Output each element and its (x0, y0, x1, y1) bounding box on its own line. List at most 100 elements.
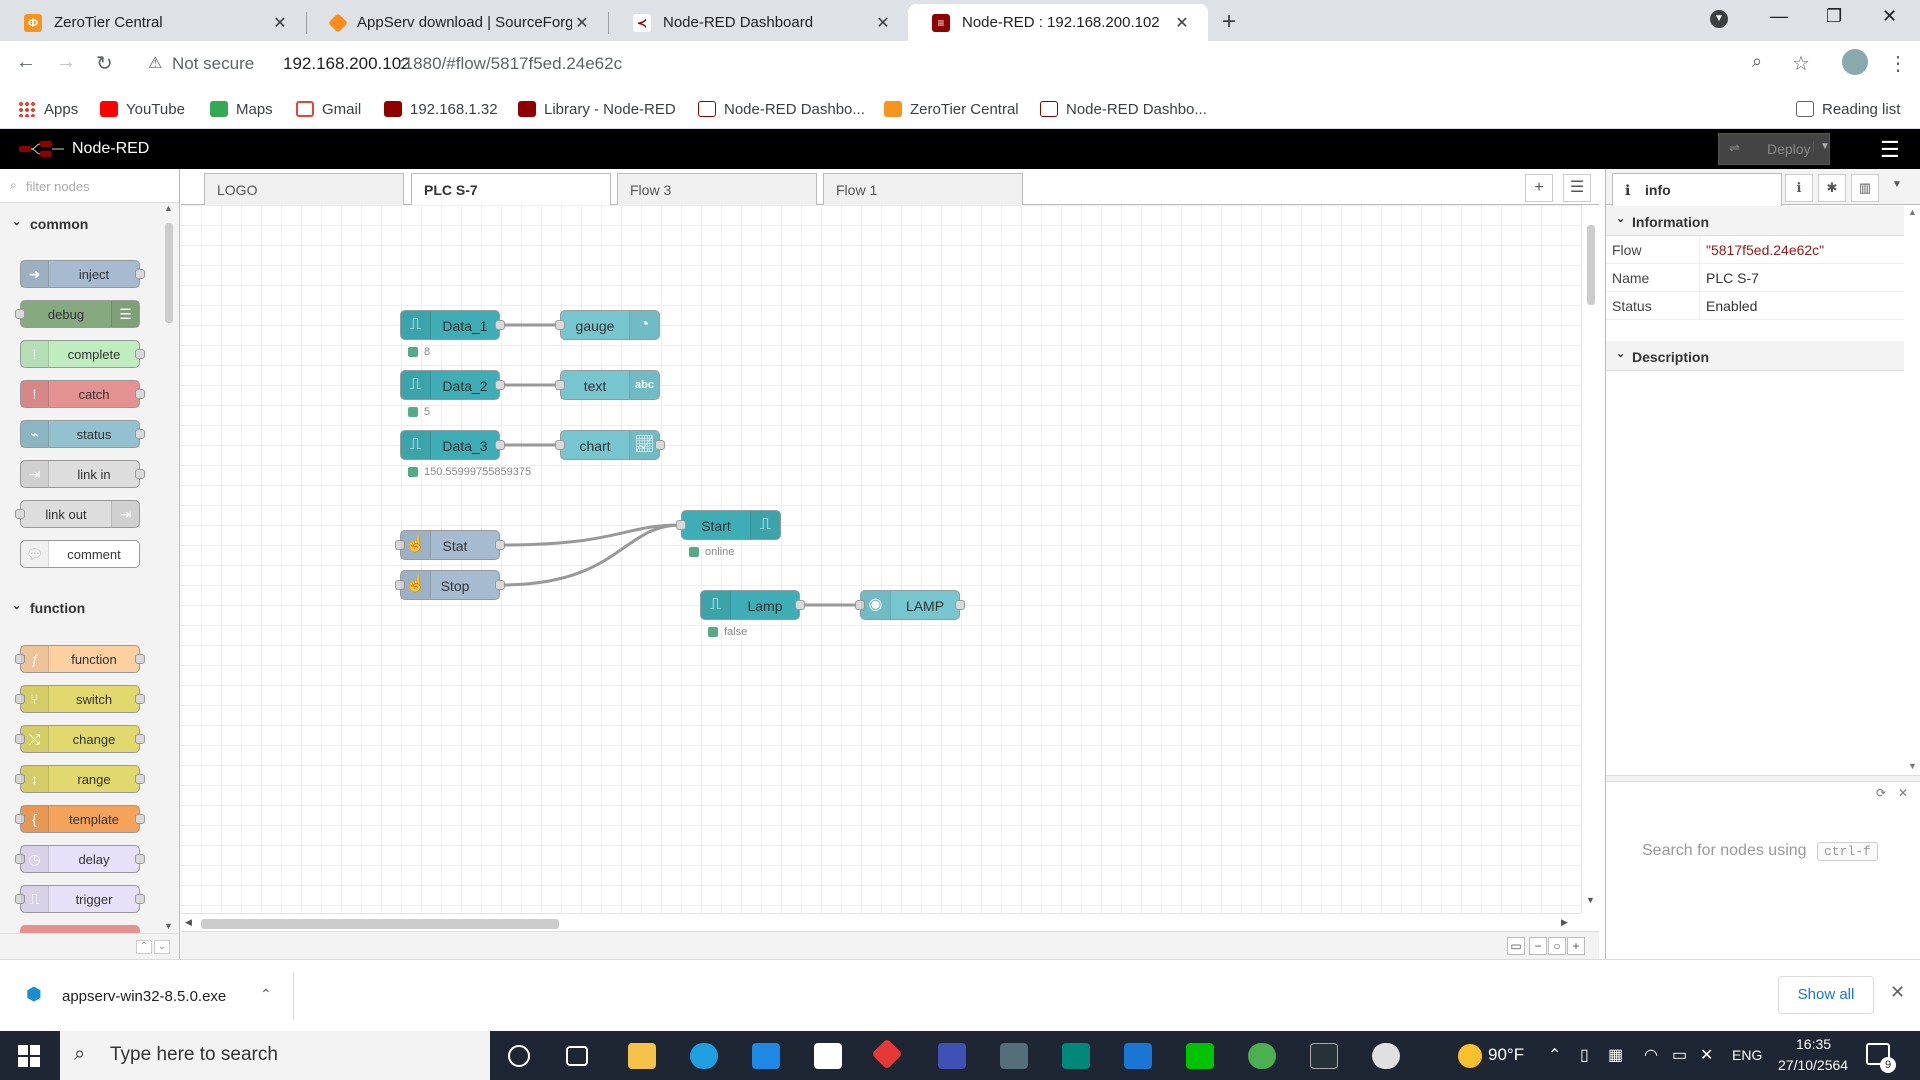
palette-node-debug[interactable]: debug ☰ (15, 300, 140, 328)
palette-node-switch[interactable]: ⑂ switch (15, 685, 145, 713)
information-section-header[interactable]: ⌄ Information (1606, 206, 1904, 236)
output-port[interactable] (495, 440, 505, 450)
chevron-up-icon[interactable]: ⌃ (260, 986, 272, 1003)
terminal-icon[interactable] (1310, 1043, 1338, 1069)
bookmark-node-red-dashboard[interactable]: Node-RED Dashbo... (698, 99, 865, 119)
bookmark-apps[interactable]: Apps (18, 99, 78, 119)
palette-node-delay[interactable]: ◷ delay (15, 845, 145, 873)
scroll-up-icon[interactable]: ▲ (164, 203, 173, 213)
edge-icon[interactable] (690, 1043, 718, 1069)
close-window-button[interactable]: ✕ (1882, 6, 1897, 27)
bookmark-ip[interactable]: 192.168.1.32 (384, 99, 498, 119)
flow-node-lamp[interactable]: ⎍ Lamp (700, 590, 805, 620)
expand-all-icon[interactable]: ⌄ (154, 940, 170, 954)
dropbox-icon[interactable] (814, 1043, 842, 1069)
sidebar-tab-info[interactable]: ℹ info (1612, 173, 1782, 206)
weather-temp[interactable]: 90°F (1488, 1045, 1524, 1065)
mail-icon[interactable] (752, 1043, 780, 1069)
output-port[interactable] (495, 380, 505, 390)
scroll-down-icon[interactable]: ▼ (164, 921, 173, 931)
flow-node-data-2[interactable]: ⎍ Data_2 (400, 370, 505, 400)
info-tab-icon[interactable]: ℹ (1785, 174, 1813, 202)
palette-category-function[interactable]: ⌄ function (0, 593, 160, 623)
wifi-icon[interactable]: ◠ (1644, 1045, 1658, 1065)
output-port[interactable] (655, 440, 665, 450)
back-button[interactable]: ← (16, 51, 36, 74)
new-tab-button[interactable]: + (1222, 8, 1236, 36)
scroll-down-icon[interactable]: ▼ (1586, 895, 1595, 905)
close-tab-icon[interactable]: ✕ (873, 13, 893, 33)
workspace-tab[interactable]: Flow 3 (617, 173, 817, 205)
flow-node-gauge[interactable]: gauge ◔ (555, 310, 660, 340)
palette-node-status[interactable]: ⌁ status (20, 420, 145, 448)
zoom-out-button[interactable]: − (1529, 937, 1547, 955)
sidebar-menu-dropdown-icon[interactable]: ▼ (1892, 179, 1902, 190)
zoom-icon[interactable]: ⌕ (1752, 51, 1762, 72)
audio-app-icon[interactable] (938, 1043, 966, 1069)
add-flow-button[interactable]: + (1525, 174, 1553, 202)
task-view-icon[interactable] (566, 1046, 588, 1066)
chrome-menu-icon[interactable]: ⋮ (1888, 51, 1908, 76)
navigator-icon[interactable]: ▭ (1507, 937, 1525, 955)
output-port[interactable] (495, 540, 505, 550)
zoom-reset-button[interactable]: ○ (1548, 937, 1566, 955)
tia-portal-icon[interactable] (1062, 1043, 1090, 1069)
vertical-scroll-thumb[interactable] (1587, 225, 1595, 305)
browser-tab[interactable]: AppServ download | SourceForge.net ✕ (307, 4, 608, 41)
palette-node-change[interactable]: ⤭ change (15, 725, 145, 753)
palette-node-link-out[interactable]: link out ⇥ (15, 500, 140, 528)
close-download-bar-icon[interactable]: ✕ (1890, 982, 1905, 1003)
tab-search-icon[interactable]: ▼ (1710, 10, 1728, 28)
chevron-up-icon[interactable]: ⌃ (1548, 1045, 1561, 1065)
workspace-tab[interactable]: LOGO (204, 173, 404, 205)
palette-node-inject[interactable]: ➜ inject (20, 260, 145, 288)
horizontal-scroll-thumb[interactable] (201, 919, 559, 929)
reading-list[interactable]: Reading list (1796, 99, 1900, 119)
download-item[interactable]: ⬢ appserv-win32-8.5.0.exe ⌃ (18, 972, 294, 1020)
restore-button[interactable]: ❐ (1826, 6, 1842, 27)
bookmark-star-icon[interactable]: ☆ (1792, 51, 1810, 76)
address-bar[interactable]: ⚠ Not secure 192.168.200.102 :1880/#flow… (140, 46, 1780, 82)
output-port[interactable] (495, 580, 505, 590)
scroll-up-icon[interactable]: ▲ (1908, 207, 1917, 217)
warning-icon[interactable]: ⚠ (148, 53, 162, 73)
browser-tab[interactable]: Φ ZeroTier Central ✕ (0, 4, 306, 41)
palette-scrollbar[interactable]: ▲ ▼ (160, 203, 178, 933)
minimize-button[interactable]: — (1770, 6, 1788, 27)
output-port[interactable] (495, 320, 505, 330)
deploy-dropdown-icon[interactable]: ▼ (1813, 141, 1830, 152)
flow-node-start[interactable]: Start ⎍ (676, 510, 781, 540)
battery-icon[interactable]: ▭ (1672, 1045, 1687, 1065)
refresh-icon[interactable]: ⟳ (1876, 786, 1886, 800)
flow-canvas[interactable]: ⎍ Data_1 8 gauge ◔ ⎍ Data_2 5 text abc ⎍… (181, 205, 1581, 913)
close-icon[interactable]: ✕ (1898, 786, 1908, 800)
description-section-header[interactable]: ⌄ Description (1606, 341, 1904, 371)
flow-node-stat[interactable]: ☝ Stat (395, 530, 505, 560)
clock-time[interactable]: 16:35 (1796, 1036, 1831, 1052)
clock-date[interactable]: 27/10/2564 (1778, 1057, 1848, 1073)
browser-tab-active[interactable]: ≡ Node-RED : 192.168.200.102 ✕ (908, 4, 1208, 41)
bookmark-maps[interactable]: Maps (210, 99, 273, 119)
security-label[interactable]: Not secure (172, 54, 254, 74)
close-tab-icon[interactable]: ✕ (270, 13, 290, 33)
volume-mute-icon[interactable]: ✕ (1700, 1045, 1713, 1065)
collapse-all-icon[interactable]: ⌃ (136, 940, 152, 954)
canvas-vertical-scrollbar[interactable]: ▼ (1581, 205, 1599, 913)
bookmark-zerotier[interactable]: ZeroTier Central (884, 99, 1019, 119)
anydesk-icon[interactable] (871, 1038, 903, 1070)
output-port[interactable] (795, 600, 805, 610)
flow-node-chart[interactable]: chart 📈︎ (555, 430, 665, 460)
scroll-left-icon[interactable]: ◀ (185, 917, 192, 928)
flow-node-data-3[interactable]: ⎍ Data_3 (400, 430, 505, 460)
weather-icon[interactable] (1458, 1044, 1482, 1068)
debug-bug-icon[interactable]: ✱ (1818, 174, 1846, 202)
scroll-right-icon[interactable]: ▶ (1561, 917, 1568, 928)
language-indicator[interactable]: ENG (1732, 1047, 1762, 1063)
scroll-down-icon[interactable]: ▼ (1908, 761, 1917, 771)
chrome-icon[interactable] (1248, 1043, 1276, 1069)
workspace-tab-active[interactable]: PLC S-7 (411, 173, 611, 206)
bookmark-youtube[interactable]: YouTube (100, 99, 185, 119)
palette-node-complete[interactable]: ! complete (20, 340, 145, 368)
palette-scroll-thumb[interactable] (165, 223, 173, 323)
palette-node-template[interactable]: { template (15, 805, 145, 833)
